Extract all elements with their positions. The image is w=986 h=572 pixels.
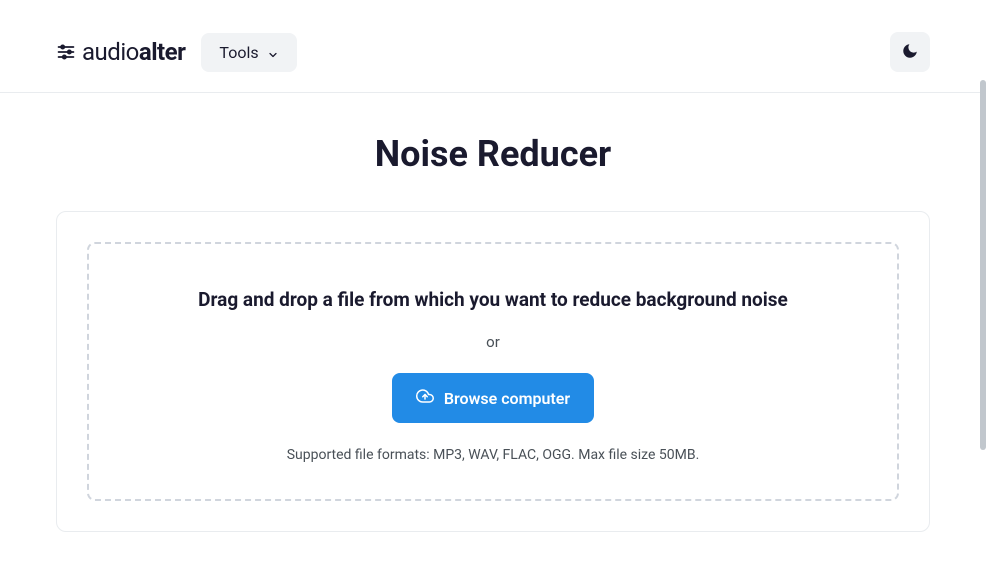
header-left: audioalter Tools bbox=[56, 33, 297, 72]
tools-label: Tools bbox=[219, 43, 258, 62]
cloud-upload-icon bbox=[416, 387, 434, 409]
chevron-down-icon bbox=[267, 46, 279, 58]
page-title: Noise Reducer bbox=[56, 133, 930, 175]
upload-card: Drag and drop a file from which you want… bbox=[56, 211, 930, 532]
browse-button-label: Browse computer bbox=[444, 389, 570, 408]
supported-formats-text: Supported file formats: MP3, WAV, FLAC, … bbox=[109, 447, 877, 463]
tools-dropdown-button[interactable]: Tools bbox=[201, 33, 296, 72]
logo-text: audioalter bbox=[82, 38, 185, 66]
theme-toggle-button[interactable] bbox=[890, 32, 930, 72]
dropzone-or-label: or bbox=[109, 333, 877, 351]
browse-computer-button[interactable]: Browse computer bbox=[392, 373, 594, 423]
header: audioalter Tools bbox=[0, 0, 986, 93]
scrollbar-thumb[interactable] bbox=[980, 80, 986, 450]
main-content: Noise Reducer Drag and drop a file from … bbox=[0, 93, 986, 572]
logo[interactable]: audioalter bbox=[56, 38, 185, 66]
file-dropzone[interactable]: Drag and drop a file from which you want… bbox=[87, 242, 899, 501]
dropzone-instruction: Drag and drop a file from which you want… bbox=[109, 288, 877, 311]
vertical-scrollbar[interactable] bbox=[980, 0, 986, 538]
moon-icon bbox=[901, 42, 919, 63]
sliders-icon bbox=[56, 42, 76, 62]
